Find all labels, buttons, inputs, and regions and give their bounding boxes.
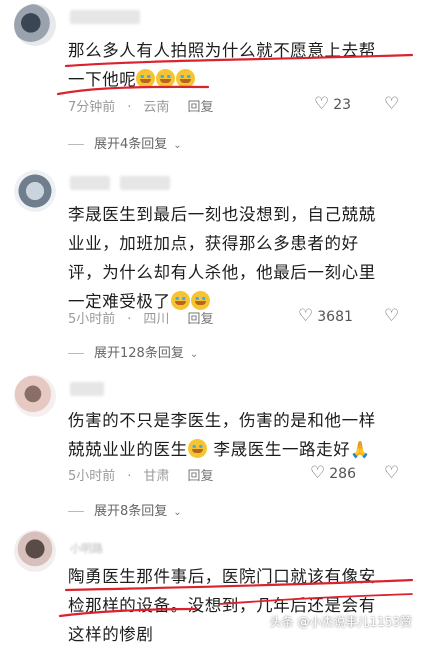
username[interactable]: 小明路 — [70, 540, 103, 556]
expand-replies-button[interactable]: 展开128条回复 ⌄ — [68, 342, 198, 361]
like-button[interactable]: ♡ 23 — [314, 94, 351, 114]
timestamp: 5小时前 — [68, 312, 116, 327]
username-blurred[interactable] — [70, 382, 104, 396]
comment-text: 李晟医生到最后一刻也没想到，自己兢兢 业业，加班加点，获得那么多患者的好 评，为… — [68, 200, 413, 316]
username-blurred[interactable] — [70, 176, 110, 190]
chevron-down-icon: ⌄ — [189, 349, 199, 360]
crying-emoji-icon — [187, 439, 207, 458]
timestamp: 5小时前 — [68, 469, 116, 484]
like-count: 3681 — [317, 309, 353, 325]
comment-meta: 7分钟前 · 云南 回复 — [68, 100, 214, 115]
expand-replies-label: 展开128条回复 — [94, 346, 184, 361]
avatar[interactable] — [14, 530, 56, 572]
comment-text: 伤害的不只是李医生，伤害的是和他一样 兢兢业业的医生 李晟医生一路走好🙏 — [68, 406, 413, 464]
reply-button[interactable]: 回复 — [187, 100, 213, 115]
like-count: 23 — [333, 97, 352, 113]
chevron-down-icon: ⌄ — [173, 507, 182, 518]
like-button[interactable]: ♡ 286 — [310, 463, 356, 483]
watermark: 头条 @小杰说事儿1153赞 — [269, 615, 412, 629]
avatar[interactable] — [14, 4, 56, 46]
dislike-broken-heart-icon[interactable]: ♡ — [384, 94, 399, 114]
dislike-broken-heart-icon[interactable]: ♡ — [384, 463, 399, 483]
expand-replies-label: 展开8条回复 — [94, 504, 168, 519]
comment-line: 业业，加班加点，获得那么多患者的好 — [68, 234, 359, 253]
comment-line: 陶勇医生那件事后，医院门口就该有像安 — [68, 567, 376, 586]
avatar[interactable] — [14, 375, 56, 417]
comment-meta: 5小时前 · 四川 回复 — [68, 312, 214, 327]
divider — [68, 144, 84, 145]
chevron-down-icon: ⌄ — [173, 140, 182, 151]
like-count: 286 — [329, 466, 356, 482]
location: 甘肃 — [143, 469, 170, 484]
comment-line: 评，为什么却有人杀他，他最后一刻心里 — [68, 263, 376, 282]
comment-line: 李晟医生到最后一刻也没想到，自己兢兢 — [68, 205, 376, 224]
like-button[interactable]: ♡ 3681 — [298, 306, 353, 326]
comment-meta: 5小时前 · 甘肃 回复 — [68, 469, 214, 484]
comment-line: 伤害的不只是李医生，伤害的是和他一样 — [68, 411, 376, 430]
comment-text: 那么多人有人拍照为什么就不愿意上去帮 一下他呢 — [68, 36, 413, 94]
comment-line-text: 兢兢业业的医生 — [68, 440, 188, 459]
expand-replies-label: 展开4条回复 — [94, 137, 168, 152]
expand-replies-button[interactable]: 展开4条回复 ⌄ — [68, 133, 182, 152]
crying-emoji-icon — [156, 69, 176, 88]
comment-line: 兢兢业业的医生 李晟医生一路走好🙏 — [68, 435, 413, 464]
avatar[interactable] — [14, 170, 56, 212]
username-blurred[interactable] — [70, 10, 140, 24]
expand-replies-button[interactable]: 展开8条回复 ⌄ — [68, 500, 182, 519]
comment-line-text: 一下他呢 — [68, 70, 137, 89]
timestamp: 7分钟前 — [68, 100, 116, 115]
divider — [68, 353, 84, 354]
comment-line: 一下他呢 — [68, 65, 413, 94]
reply-button[interactable]: 回复 — [187, 469, 213, 484]
comment-line: 那么多人有人拍照为什么就不愿意上去帮 — [68, 41, 376, 60]
heart-icon: ♡ — [310, 463, 326, 483]
praying-hands-emoji-icon: 🙏 — [350, 440, 371, 459]
crying-emoji-icon — [176, 69, 196, 88]
username-blurred[interactable] — [120, 176, 170, 190]
location: 四川 — [143, 312, 170, 327]
heart-icon: ♡ — [298, 306, 314, 326]
location: 云南 — [143, 100, 170, 115]
comment-line-text: 李晟医生一路走好 — [207, 440, 351, 459]
heart-icon: ♡ — [314, 94, 330, 114]
reply-button[interactable]: 回复 — [187, 312, 213, 327]
divider — [68, 511, 84, 512]
dislike-broken-heart-icon[interactable]: ♡ — [384, 306, 399, 326]
crying-emoji-icon — [136, 69, 156, 88]
comment-text: 陶勇医生那件事后，医院门口就该有像安 检那样的设备。没想到，几年后还是会有 这样… — [68, 562, 413, 649]
